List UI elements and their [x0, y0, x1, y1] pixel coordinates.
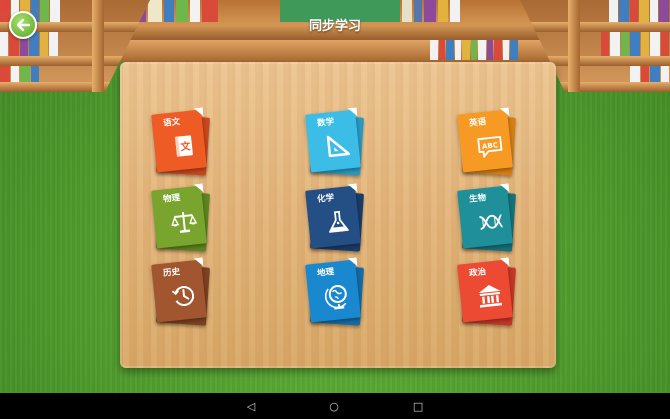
government-building-icon — [478, 285, 503, 308]
subject-book-chinese[interactable]: 语文 文 — [151, 112, 210, 176]
subject-label: 英语 — [468, 117, 487, 129]
subject-book-physics[interactable]: 物理 — [151, 188, 210, 252]
chinese-book-icon: 文 — [174, 135, 193, 157]
subject-label: 政治 — [468, 267, 487, 279]
nav-home-button[interactable]: ○ — [329, 400, 339, 413]
subject-label: 数学 — [316, 117, 335, 129]
nav-back-button[interactable]: ◁ — [247, 400, 255, 413]
subject-label: 地理 — [316, 267, 335, 279]
subject-book-chemistry[interactable]: 化学 — [305, 188, 364, 252]
svg-text:ABC: ABC — [482, 141, 499, 151]
dna-icon — [479, 213, 503, 230]
abc-bubble-icon: ABC — [477, 135, 503, 158]
subject-book-politics[interactable]: 政治 — [457, 262, 516, 326]
subject-book-biology[interactable]: 生物 — [457, 188, 516, 252]
subject-label: 化学 — [316, 193, 335, 205]
app-screen: 同步学习 语文 文 数学 英语 ABC 物理 化学 生物 历史 地理 政治 — [0, 0, 670, 393]
globe-icon — [324, 285, 347, 310]
subject-book-math[interactable]: 数学 — [305, 112, 364, 176]
nav-recents-button[interactable]: □ — [413, 400, 423, 413]
subject-table: 语文 文 数学 英语 ABC 物理 化学 生物 历史 地理 政治 — [120, 62, 556, 368]
flask-icon — [329, 210, 349, 233]
page-title: 同步学习 — [308, 19, 361, 34]
system-navigation-bar: ◁ ○ □ — [0, 393, 670, 419]
set-square-icon — [326, 135, 351, 158]
history-clock-icon — [171, 286, 195, 306]
balance-scale-icon — [171, 211, 198, 233]
subject-label: 历史 — [162, 267, 181, 279]
notification-marker — [1, 0, 9, 10]
subject-book-history[interactable]: 历史 — [151, 262, 210, 326]
subject-label: 物理 — [162, 193, 181, 205]
middle-shelf-books — [430, 40, 560, 60]
subject-book-english[interactable]: 英语 ABC — [457, 112, 516, 176]
subject-book-geography[interactable]: 地理 — [305, 262, 364, 326]
subject-label: 生物 — [468, 193, 487, 205]
subject-label: 语文 — [162, 117, 181, 129]
